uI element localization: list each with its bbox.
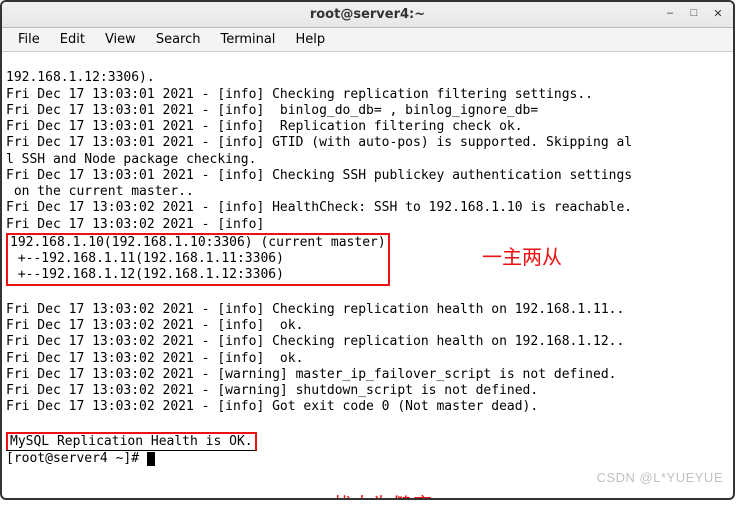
log-line: Fri Dec 17 13:03:02 2021 - [info] ok.	[6, 351, 303, 366]
watermark: CSDN @L*YUEYUE	[597, 470, 723, 486]
log-line: Fri Dec 17 13:03:02 2021 - [info] Checki…	[6, 334, 624, 349]
log-line: Fri Dec 17 13:03:02 2021 - [info] ok.	[6, 318, 303, 333]
log-line: 192.168.1.12:3306).	[6, 70, 155, 85]
topology-master: 192.168.1.10(192.168.1.10:3306) (current…	[10, 235, 386, 250]
titlebar: root@server4:~ – □ ✕	[2, 2, 733, 28]
log-line: Fri Dec 17 13:03:02 2021 - [warning] shu…	[6, 383, 538, 398]
window-title: root@server4:~	[310, 7, 425, 22]
log-line: Fri Dec 17 13:03:01 2021 - [info] Replic…	[6, 119, 523, 134]
window-controls: – □ ✕	[661, 6, 727, 20]
menu-help[interactable]: Help	[285, 30, 335, 49]
menu-edit[interactable]: Edit	[50, 30, 95, 49]
close-button[interactable]: ✕	[709, 6, 727, 20]
shell-prompt-line: [root@server4 ~]#	[6, 450, 155, 466]
minimize-button[interactable]: –	[661, 6, 679, 20]
replication-status: MySQL Replication Health is OK.	[10, 434, 253, 449]
log-line: Fri Dec 17 13:03:02 2021 - [warning] mas…	[6, 367, 616, 382]
status-box: MySQL Replication Health is OK.	[6, 432, 257, 451]
menu-search[interactable]: Search	[146, 30, 211, 49]
log-line: Fri Dec 17 13:03:02 2021 - [info] Health…	[6, 200, 632, 215]
annotation-status: 状态为健康	[332, 494, 432, 498]
shell-prompt: [root@server4 ~]#	[6, 451, 147, 466]
menu-view[interactable]: View	[95, 30, 146, 49]
log-line: Fri Dec 17 13:03:02 2021 - [info] Checki…	[6, 302, 624, 317]
terminal-output[interactable]: 192.168.1.12:3306). Fri Dec 17 13:03:01 …	[2, 52, 733, 498]
log-line: on the current master..	[6, 184, 194, 199]
log-line: Fri Dec 17 13:03:01 2021 - [info] Checki…	[6, 168, 632, 183]
log-line: Fri Dec 17 13:03:02 2021 - [info]	[6, 217, 264, 232]
menu-terminal[interactable]: Terminal	[210, 30, 285, 49]
log-line: Fri Dec 17 13:03:01 2021 - [info] binlog…	[6, 103, 538, 118]
menu-file[interactable]: File	[8, 30, 50, 49]
log-line: l SSH and Node package checking.	[6, 152, 256, 167]
topology-box: 192.168.1.10(192.168.1.10:3306) (current…	[6, 233, 390, 286]
topology-slave: +--192.168.1.12(192.168.1.12:3306)	[10, 267, 284, 282]
log-line: Fri Dec 17 13:03:01 2021 - [info] Checki…	[6, 87, 593, 102]
log-line: Fri Dec 17 13:03:01 2021 - [info] GTID (…	[6, 135, 632, 150]
cursor-icon	[147, 452, 155, 466]
menubar: File Edit View Search Terminal Help	[2, 28, 733, 52]
log-line: Fri Dec 17 13:03:02 2021 - [info] Got ex…	[6, 399, 538, 414]
terminal-window: root@server4:~ – □ ✕ File Edit View Sear…	[0, 0, 735, 500]
maximize-button[interactable]: □	[685, 6, 703, 20]
topology-slave: +--192.168.1.11(192.168.1.11:3306)	[10, 251, 284, 266]
annotation-topology: 一主两从	[482, 246, 562, 271]
